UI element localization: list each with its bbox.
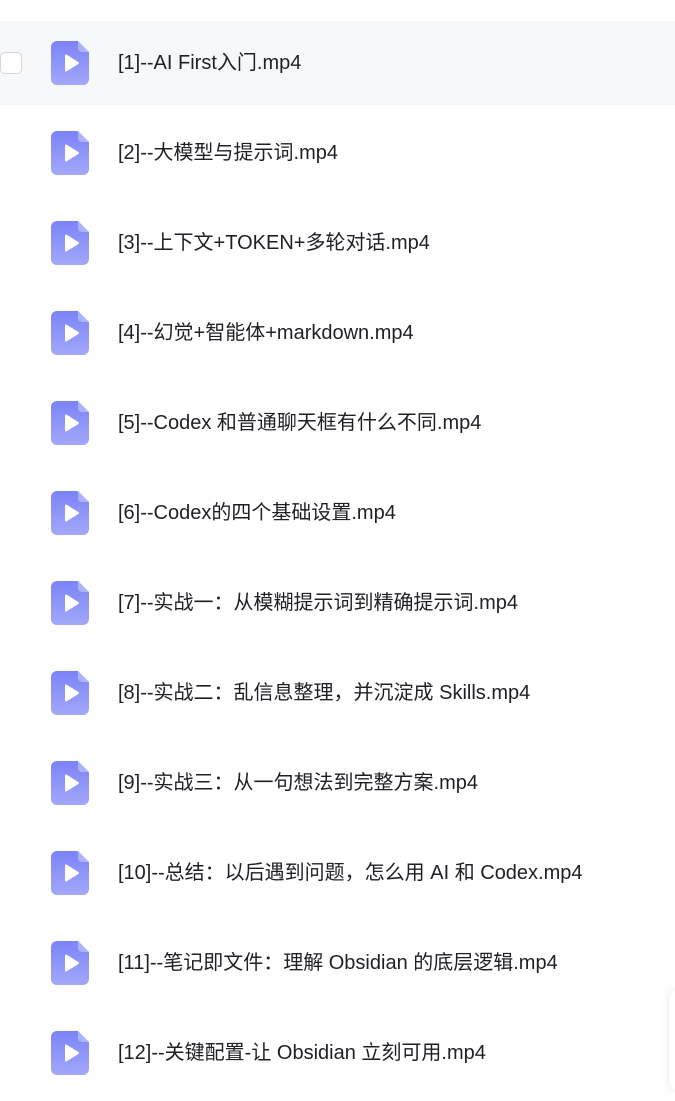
file-row-3[interactable]: [3]--上下文+TOKEN+多轮对话.mp4	[0, 201, 675, 285]
file-row-1[interactable]: [1]--AI First入门.mp4	[0, 21, 675, 105]
file-row-6[interactable]: [6]--Codex的四个基础设置.mp4	[0, 471, 675, 555]
video-file-icon	[51, 41, 89, 85]
file-name: [7]--实战一：从模糊提示词到精确提示词.mp4	[118, 592, 519, 614]
file-row-2[interactable]: [2]--大模型与提示词.mp4	[0, 111, 675, 195]
file-row-8[interactable]: [8]--实战二：乱信息整理，并沉淀成 Skills.mp4	[0, 651, 675, 735]
file-name: [6]--Codex的四个基础设置.mp4	[118, 502, 396, 524]
video-file-icon	[51, 581, 89, 625]
file-row-9[interactable]: [9]--实战三：从一句想法到完整方案.mp4	[0, 741, 675, 825]
video-file-icon	[51, 491, 89, 535]
video-file-icon	[51, 131, 89, 175]
file-row-10[interactable]: [10]--总结：以后遇到问题，怎么用 AI 和 Codex.mp4	[0, 831, 675, 915]
file-row-11[interactable]: [11]--笔记即文件：理解 Obsidian 的底层逻辑.mp4	[0, 921, 675, 1005]
video-file-icon	[51, 1031, 89, 1075]
floating-panel-edge	[669, 990, 675, 1090]
video-file-icon	[51, 401, 89, 445]
file-name: [3]--上下文+TOKEN+多轮对话.mp4	[118, 232, 430, 254]
video-file-icon	[51, 311, 89, 355]
file-name: [5]--Codex 和普通聊天框有什么不同.mp4	[118, 412, 482, 434]
video-file-icon	[51, 221, 89, 265]
file-row-5[interactable]: [5]--Codex 和普通聊天框有什么不同.mp4	[0, 381, 675, 465]
file-name: [4]--幻觉+智能体+markdown.mp4	[118, 322, 414, 344]
file-name: [10]--总结：以后遇到问题，怎么用 AI 和 Codex.mp4	[118, 862, 583, 884]
file-name: [2]--大模型与提示词.mp4	[118, 142, 339, 164]
file-name: [9]--实战三：从一句想法到完整方案.mp4	[118, 772, 479, 794]
file-row-7[interactable]: [7]--实战一：从模糊提示词到精确提示词.mp4	[0, 561, 675, 645]
video-file-icon	[51, 671, 89, 715]
video-file-icon	[51, 941, 89, 985]
file-list: [1]--AI First入门.mp4 [2]--大模型与提示词.mp4 [3]…	[0, 21, 675, 1101]
file-row-4[interactable]: [4]--幻觉+智能体+markdown.mp4	[0, 291, 675, 375]
video-file-icon	[51, 761, 89, 805]
row-checkbox[interactable]	[0, 52, 22, 74]
file-name: [8]--实战二：乱信息整理，并沉淀成 Skills.mp4	[118, 682, 531, 704]
file-name: [12]--关键配置-让 Obsidian 立刻可用.mp4	[118, 1042, 486, 1064]
video-file-icon	[51, 851, 89, 895]
file-name: [1]--AI First入门.mp4	[118, 52, 302, 74]
file-row-12[interactable]: [12]--关键配置-让 Obsidian 立刻可用.mp4	[0, 1011, 675, 1095]
file-name: [11]--笔记即文件：理解 Obsidian 的底层逻辑.mp4	[118, 952, 558, 974]
